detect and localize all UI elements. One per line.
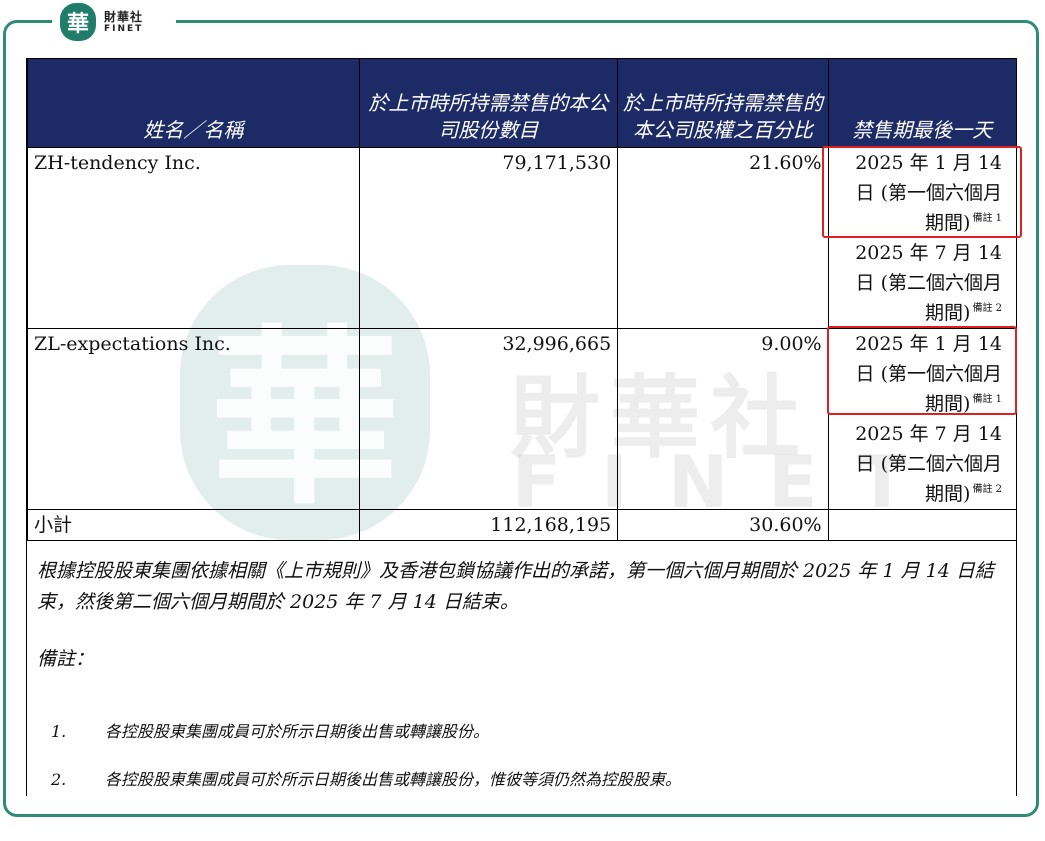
row-percent: 9.00%: [617, 328, 829, 510]
note-text: 各控股股東集團成員可於所示日期後出售或轉讓股份，惟彼等須仍然為控股股東。: [105, 770, 682, 789]
table-header-row: 姓名／名稱 於上市時所持需禁售的本公司股份數目 於上市時所持需禁售的本公司股權之…: [27, 58, 1018, 148]
row-shares: 79,171,530: [358, 147, 619, 329]
header-percent: 於上市時所持需禁售的本公司股權之百分比: [617, 58, 829, 148]
note-item: 1. 各控股股東集團成員可於所示日期後出售或轉讓股份。: [51, 718, 489, 742]
logo-name-cn: 財華社: [104, 9, 144, 24]
period-note-ref: 備註 2: [972, 303, 1002, 314]
subtotal-empty: [827, 509, 1018, 541]
subtotal-row: 小計 112,168,195 30.60%: [27, 509, 1018, 541]
notes-title: 備註：: [37, 648, 95, 670]
note-text: 各控股股東集團成員可於所示日期後出售或轉讓股份。: [105, 722, 490, 741]
note-number: 2.: [51, 770, 67, 789]
header-shares: 於上市時所持需禁售的本公司股份數目: [358, 58, 619, 148]
lockup-period-second: 2025 年 7 月 14 日 (第二個六個月期間) 備註 2: [835, 419, 1010, 509]
row-name: ZH-tendency Inc.: [27, 147, 360, 329]
red-highlight-box: [827, 326, 1017, 415]
header-lockup-end: 禁售期最後一天: [827, 58, 1018, 148]
subtotal-label: 小計: [27, 509, 360, 541]
period-note-ref: 備註 2: [972, 484, 1002, 495]
header-name: 姓名／名稱: [27, 58, 360, 148]
logo-name-en: FINET: [104, 23, 144, 34]
finet-logo: 華 財華社 FINET: [52, 0, 176, 44]
lockup-table: 姓名／名稱 於上市時所持需禁售的本公司股份數目 於上市時所持需禁售的本公司股權之…: [27, 58, 1018, 541]
lockup-period-second: 2025 年 7 月 14 日 (第二個六個月期間) 備註 2: [835, 238, 1010, 328]
lockup-commitment-paragraph: 根據控股股東集團依據相關《上市規則》及香港包鎖協議作出的承諾，第一個六個月期間於…: [37, 560, 994, 613]
row-name: ZL-expectations Inc.: [27, 328, 360, 510]
row-percent: 21.60%: [617, 147, 829, 329]
note-number: 1.: [51, 722, 67, 741]
document-page: 姓名／名稱 於上市時所持需禁售的本公司股份數目 於上市時所持需禁售的本公司股權之…: [26, 58, 1022, 796]
subtotal-percent: 30.60%: [617, 509, 829, 541]
finet-logo-badge: 華: [60, 3, 96, 41]
row-shares: 32,996,665: [358, 328, 619, 510]
subtotal-shares: 112,168,195: [358, 509, 619, 541]
red-highlight-box: [822, 146, 1022, 238]
note-item: 2. 各控股股東集團成員可於所示日期後出售或轉讓股份，惟彼等須仍然為控股股東。: [51, 766, 681, 790]
